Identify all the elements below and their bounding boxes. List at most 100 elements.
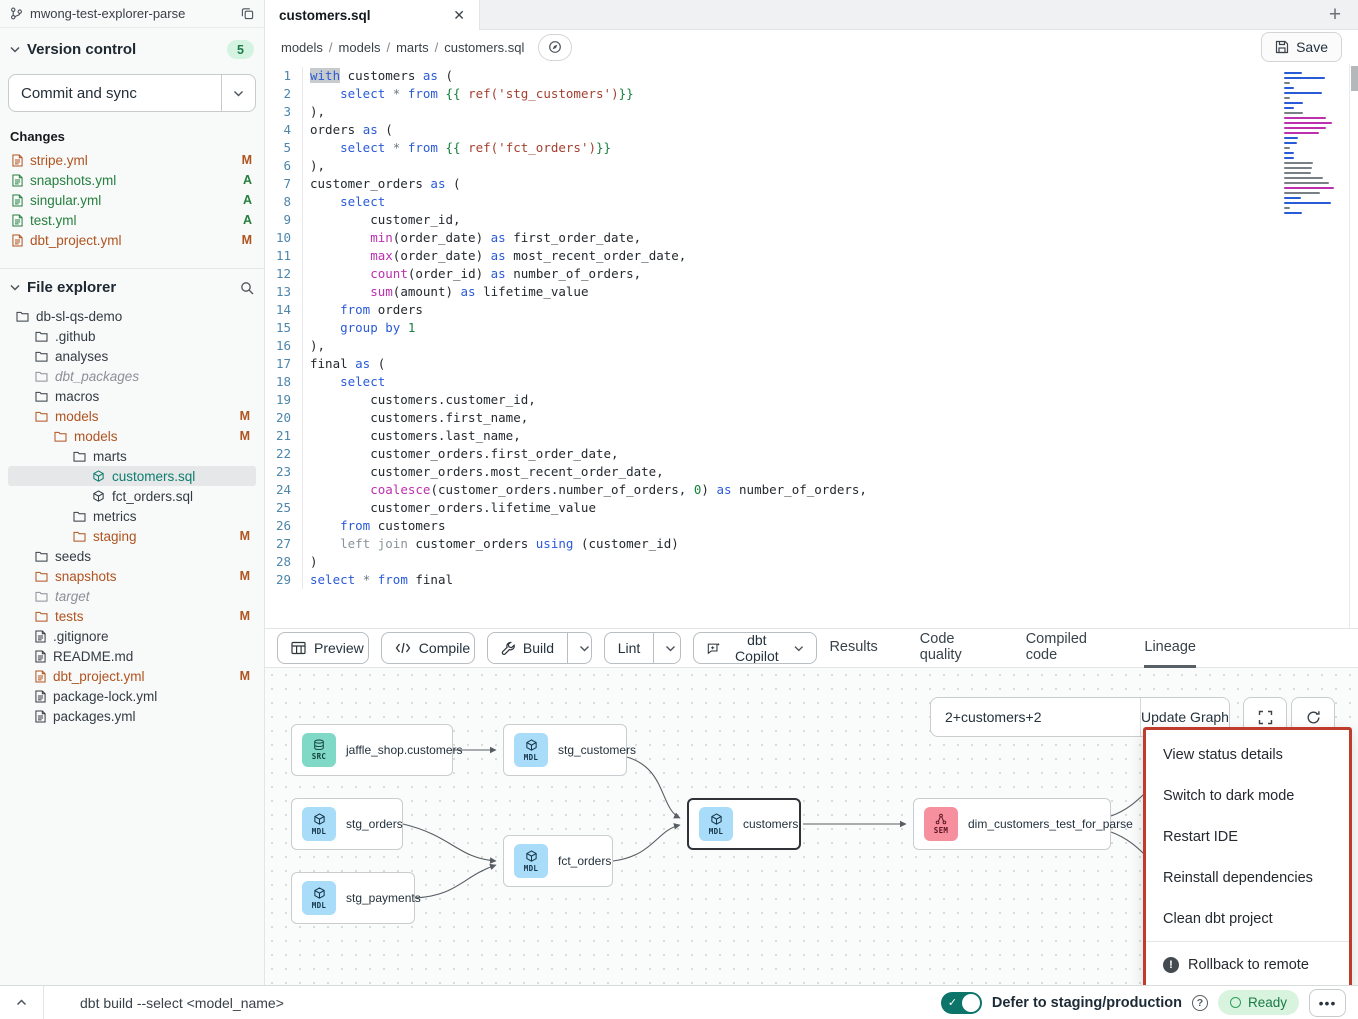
- search-icon[interactable]: [240, 281, 254, 295]
- chevron-down-icon[interactable]: [10, 284, 20, 291]
- tab-customers-sql[interactable]: customers.sql ✕: [265, 0, 480, 30]
- minimap-line: [1284, 127, 1326, 129]
- tree-item-fct-orders-sql[interactable]: fct_orders.sql: [8, 486, 256, 506]
- commit-and-sync-button[interactable]: Commit and sync: [8, 74, 256, 112]
- menu-item-view-status-details[interactable]: View status details: [1146, 734, 1349, 775]
- tree-item-package-lock-yml[interactable]: package-lock.yml: [8, 686, 256, 706]
- menu-item-restart-ide[interactable]: Restart IDE: [1146, 816, 1349, 857]
- tree-item-analyses[interactable]: analyses: [8, 346, 256, 366]
- code-icon: [395, 642, 411, 654]
- close-icon[interactable]: ✕: [453, 7, 465, 24]
- lineage-node-jaffle-shop-customers[interactable]: SRCjaffle_shop.customers: [291, 724, 453, 776]
- editor-scrollbar[interactable]: [1349, 64, 1358, 628]
- tree-item-customers-sql[interactable]: customers.sql: [8, 466, 256, 486]
- change-row[interactable]: snapshots.ymlA: [8, 170, 256, 190]
- tree-item-tests[interactable]: testsM: [8, 606, 256, 626]
- file-icon: [12, 234, 23, 247]
- tree-item-snapshots[interactable]: snapshotsM: [8, 566, 256, 586]
- lineage-node-fct-orders[interactable]: MDLfct_orders: [503, 835, 613, 887]
- version-control-section: Version control 5 Commit and sync Change…: [0, 28, 264, 258]
- tree-item-staging[interactable]: stagingM: [8, 526, 256, 546]
- lineage-panel[interactable]: SRCjaffle_shop.customers MDLstg_customers…: [265, 668, 1358, 985]
- tree-item--github[interactable]: .github: [8, 326, 256, 346]
- tree-item-macros[interactable]: macros: [8, 386, 256, 406]
- new-tab-button[interactable]: +: [1312, 0, 1358, 29]
- minimap-line: [1284, 132, 1319, 134]
- change-row[interactable]: stripe.ymlM: [8, 150, 256, 170]
- preview-button[interactable]: Preview: [277, 632, 369, 664]
- line-number: 29: [265, 571, 302, 589]
- tree-item-dbt-project-yml[interactable]: dbt_project.ymlM: [8, 666, 256, 686]
- file-icon: [35, 710, 46, 723]
- chevron-down-icon: [233, 90, 244, 97]
- minimap-line: [1284, 152, 1294, 154]
- code-text: select: [302, 193, 385, 211]
- menu-item-switch-to-dark-mode[interactable]: Switch to dark mode: [1146, 775, 1349, 816]
- commit-dropdown-toggle[interactable]: [221, 75, 255, 111]
- tree-item-marts[interactable]: marts: [8, 446, 256, 466]
- build-dropdown-toggle[interactable]: [567, 633, 592, 663]
- tab-code-quality[interactable]: Code quality: [920, 629, 984, 668]
- tree-item-target[interactable]: target: [8, 586, 256, 606]
- lint-dropdown-toggle[interactable]: [653, 633, 680, 663]
- line-number: 5: [265, 139, 302, 157]
- tab-lineage[interactable]: Lineage: [1144, 629, 1196, 668]
- git-branch-icon: [10, 7, 23, 20]
- more-options-button[interactable]: •••: [1309, 989, 1346, 1017]
- code-text: max(order_date) as most_recent_order_dat…: [302, 247, 686, 265]
- build-button[interactable]: Build: [487, 632, 592, 664]
- change-row[interactable]: singular.ymlA: [8, 190, 256, 210]
- tree-item--gitignore[interactable]: .gitignore: [8, 626, 256, 646]
- change-row[interactable]: dbt_project.ymlM: [8, 230, 256, 250]
- lineage-node-customers[interactable]: MDLcustomers: [687, 798, 801, 850]
- graph-search-input[interactable]: [931, 698, 1140, 736]
- open-lineage-button[interactable]: [538, 34, 572, 61]
- change-status: A: [243, 173, 252, 187]
- tree-item-packages-yml[interactable]: packages.yml: [8, 706, 256, 726]
- lineage-node-label: customers: [743, 817, 798, 831]
- menu-item-reinstall-dependencies[interactable]: Reinstall dependencies: [1146, 857, 1349, 898]
- change-row[interactable]: test.ymlA: [8, 210, 256, 230]
- tree-item-metrics[interactable]: metrics: [8, 506, 256, 526]
- tree-item-seeds[interactable]: seeds: [8, 546, 256, 566]
- save-button[interactable]: Save: [1261, 32, 1342, 62]
- copilot-icon: [707, 641, 720, 655]
- menu-item-clean-dbt-project[interactable]: Clean dbt project: [1146, 898, 1349, 939]
- lineage-node-stg-orders[interactable]: MDLstg_orders: [291, 798, 403, 850]
- lint-label: Lint: [618, 640, 641, 656]
- collapse-command-bar-button[interactable]: [0, 986, 44, 1019]
- tab-results[interactable]: Results: [829, 629, 877, 668]
- chevron-down-icon[interactable]: [10, 46, 20, 53]
- lint-button[interactable]: Lint: [604, 632, 681, 664]
- menu-item-rollback-to-remote[interactable]: !Rollback to remote: [1146, 944, 1349, 985]
- breadcrumb-item[interactable]: models: [281, 40, 323, 55]
- breadcrumb-item[interactable]: models: [339, 40, 381, 55]
- tree-item-readme-md[interactable]: README.md: [8, 646, 256, 666]
- code-line: 8 select: [265, 193, 1358, 211]
- folder-icon: [35, 571, 48, 582]
- lineage-node-stg-payments[interactable]: MDLstg_payments: [291, 872, 415, 924]
- scrollbar-thumb[interactable]: [1351, 66, 1358, 91]
- minimap-line: [1284, 212, 1302, 214]
- code-text: with customers as (: [302, 67, 453, 85]
- lineage-node-dim-customers-test-for-parse[interactable]: SEMdim_customers_test_for_parse: [913, 798, 1111, 850]
- tab-compiled-code[interactable]: Compiled code: [1026, 629, 1103, 668]
- defer-toggle[interactable]: ✓: [941, 992, 982, 1014]
- code-editor[interactable]: 1with customers as (2 select * from {{ r…: [265, 64, 1358, 628]
- copy-icon[interactable]: [241, 7, 254, 20]
- breadcrumb-separator: /: [386, 40, 390, 55]
- tree-item-models[interactable]: modelsM: [8, 406, 256, 426]
- lineage-node-stg-customers[interactable]: MDLstg_customers: [503, 724, 627, 776]
- tree-item-db-sl-qs-demo[interactable]: db-sl-qs-demo: [8, 306, 256, 326]
- breadcrumb-item[interactable]: marts: [396, 40, 429, 55]
- compile-button[interactable]: Compile: [381, 632, 475, 664]
- folder-icon: [16, 311, 29, 322]
- minimap[interactable]: [1284, 72, 1340, 217]
- breadcrumb-item[interactable]: customers.sql: [444, 40, 524, 55]
- dbt-copilot-button[interactable]: dbt Copilot: [693, 632, 818, 664]
- command-input[interactable]: [44, 995, 941, 1011]
- status-bar: ✓ Defer to staging/production ? Ready ••…: [0, 985, 1358, 1019]
- tree-item-dbt-packages[interactable]: dbt_packages: [8, 366, 256, 386]
- help-icon[interactable]: ?: [1192, 995, 1208, 1011]
- tree-item-models[interactable]: modelsM: [8, 426, 256, 446]
